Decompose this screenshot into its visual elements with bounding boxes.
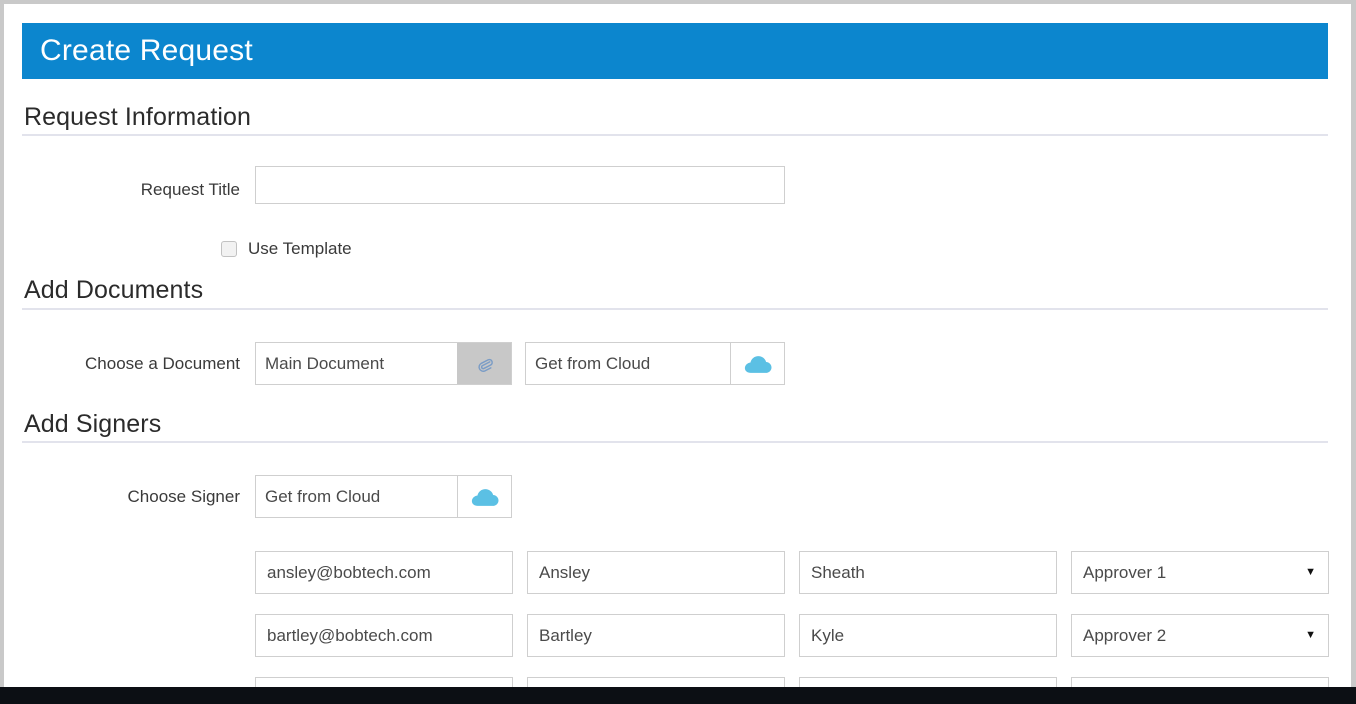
signer-first-name-value: Ansley: [539, 563, 591, 582]
signer-role-value: Approver 1: [1083, 563, 1167, 582]
window-title-bar: Create Request: [22, 23, 1328, 79]
window-bottom-bar: [0, 687, 1356, 704]
paperclip-icon[interactable]: [457, 343, 511, 384]
cloud-icon[interactable]: [457, 476, 511, 517]
get-from-cloud-document-combo[interactable]: Get from Cloud: [525, 342, 785, 385]
section-divider-add-documents: [22, 308, 1328, 310]
signer-last-name-value: Sheath: [811, 563, 865, 582]
signer-first-name-input[interactable]: Ansley: [527, 551, 785, 594]
choose-document-value: Main Document: [265, 353, 385, 373]
chevron-down-icon[interactable]: ▼: [1305, 630, 1316, 641]
use-template-checkbox[interactable]: [221, 240, 237, 257]
request-title-input[interactable]: [255, 166, 785, 204]
signer-role-select[interactable]: Approver 1 ▼: [1071, 551, 1329, 594]
section-heading-request-information: Request Information: [24, 103, 252, 131]
signer-last-name-input[interactable]: Sheath: [799, 551, 1057, 594]
signer-role-select[interactable]: Approver 2 ▼: [1071, 614, 1329, 657]
section-heading-add-documents: Add Documents: [24, 276, 204, 304]
signer-last-name-input[interactable]: Kyle: [799, 614, 1057, 657]
section-divider-add-signers: [22, 441, 1328, 443]
request-title-label: Request Title: [140, 180, 240, 199]
signer-first-name-input[interactable]: Bartley: [527, 614, 785, 657]
signer-role-value: Approver 2: [1083, 626, 1167, 645]
choose-document-combo[interactable]: Main Document: [255, 342, 512, 385]
page-title: Create Request: [40, 34, 253, 67]
signer-first-name-value: Bartley: [539, 626, 592, 645]
get-from-cloud-signer-value: Get from Cloud: [265, 486, 381, 506]
signer-email-input[interactable]: bartley@bobtech.com: [255, 614, 513, 657]
use-template-label: Use Template: [248, 239, 352, 258]
choose-signer-label: Choose Signer: [127, 487, 240, 506]
use-template-checkbox-row[interactable]: Use Template: [221, 240, 352, 257]
get-from-cloud-document-value: Get from Cloud: [535, 353, 651, 373]
window-frame-top: [0, 0, 1356, 4]
section-divider-request-information: [22, 134, 1328, 136]
get-from-cloud-signer-combo[interactable]: Get from Cloud: [255, 475, 512, 518]
create-request-window: Create Request Request Information Reque…: [0, 0, 1356, 704]
cloud-icon[interactable]: [730, 343, 784, 384]
signer-email-value: ansley@bobtech.com: [267, 563, 431, 582]
section-heading-add-signers: Add Signers: [24, 410, 162, 438]
choose-a-document-label: Choose a Document: [85, 354, 240, 373]
signer-last-name-value: Kyle: [811, 626, 845, 645]
window-frame-right: [1351, 0, 1356, 687]
window-frame-left: [0, 0, 4, 687]
chevron-down-icon[interactable]: ▼: [1305, 567, 1316, 578]
signer-email-value: bartley@bobtech.com: [267, 626, 433, 645]
signer-email-input[interactable]: ansley@bobtech.com: [255, 551, 513, 594]
